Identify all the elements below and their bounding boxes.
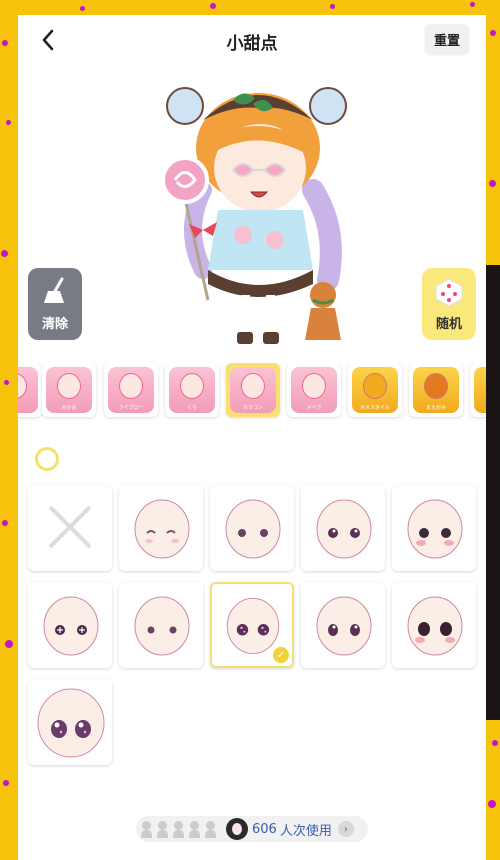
close-icon — [48, 505, 92, 549]
selection-radio[interactable] — [35, 447, 59, 471]
face-thumbnail-icon — [134, 596, 190, 656]
character-avatar — [163, 87, 347, 344]
category-item[interactable]: ボヌスタイル — [348, 363, 402, 417]
option-tile[interactable] — [28, 582, 112, 668]
category-item[interactable]: くち — [165, 363, 219, 417]
face-thumbnail-icon — [134, 499, 190, 559]
broom-icon — [44, 277, 64, 303]
usage-counter[interactable]: 606 人次使用 › — [136, 816, 368, 842]
usage-count: 606 — [252, 821, 277, 837]
background-strip — [484, 265, 500, 720]
option-tile-selected[interactable]: ✓ — [210, 582, 294, 668]
category-item[interactable] — [470, 363, 486, 417]
avatar-preview — [18, 65, 486, 360]
option-tile[interactable] — [301, 485, 385, 571]
checkmark-icon: ✓ — [273, 647, 289, 663]
face-thumbnail-icon — [407, 499, 463, 559]
option-none-tile[interactable] — [28, 485, 112, 571]
user-silhouette-icon — [172, 820, 185, 838]
option-tile[interactable] — [28, 679, 112, 765]
user-silhouette-icon — [204, 820, 217, 838]
face-thumbnail-icon — [316, 499, 372, 559]
user-silhouette-icon — [188, 820, 201, 838]
page-title: 小甜点 — [226, 34, 278, 54]
option-tile[interactable] — [119, 582, 203, 668]
category-strip: みかお フイブロー くち ホラコン メイク ボヌスタイル まえがみ — [18, 363, 486, 421]
dice-icon — [435, 278, 463, 307]
category-item[interactable] — [18, 363, 42, 417]
user-silhouette-icon — [140, 820, 153, 838]
option-tile[interactable] — [392, 485, 476, 571]
category-label: くち — [186, 405, 197, 411]
face-thumbnail-icon — [37, 688, 105, 758]
category-label: まえがみ — [425, 405, 446, 411]
category-label: ホラコン — [242, 405, 263, 411]
category-item[interactable]: フイブロー — [104, 363, 158, 417]
clear-label: 清除 — [41, 317, 68, 332]
chevron-right-icon[interactable]: › — [337, 821, 354, 837]
category-item[interactable]: みかお — [42, 363, 96, 417]
app-screen: 小甜点 重置 清除 随机 みかお フイブロー くち ホラコン メイク ボヌスタイ… — [18, 15, 486, 860]
face-thumbnail-icon — [43, 596, 99, 656]
avatar — [226, 818, 248, 840]
category-label: フイブロー — [118, 405, 144, 411]
category-item[interactable]: メイク — [287, 363, 341, 417]
face-thumbnail-icon — [316, 596, 372, 656]
option-tile[interactable] — [119, 485, 203, 571]
face-thumbnail-icon — [225, 499, 281, 559]
option-tile[interactable] — [301, 582, 385, 668]
usage-label: 人次使用 — [279, 823, 332, 839]
category-label: メイク — [306, 405, 322, 411]
clear-button[interactable]: 清除 — [28, 268, 82, 340]
option-tile[interactable] — [210, 485, 294, 571]
category-label: みかお — [61, 405, 77, 411]
category-label: ボヌスタイル — [359, 405, 390, 411]
face-thumbnail-icon — [407, 596, 463, 656]
random-button[interactable]: 随机 — [422, 268, 476, 340]
option-tile[interactable] — [392, 582, 476, 668]
category-item[interactable]: まえがみ — [409, 363, 463, 417]
header: 小甜点 重置 — [18, 15, 486, 65]
user-silhouette-icon — [156, 820, 169, 838]
reset-button[interactable]: 重置 — [425, 24, 469, 54]
category-item-selected[interactable]: ホラコン — [226, 363, 280, 417]
random-label: 随机 — [435, 317, 462, 332]
